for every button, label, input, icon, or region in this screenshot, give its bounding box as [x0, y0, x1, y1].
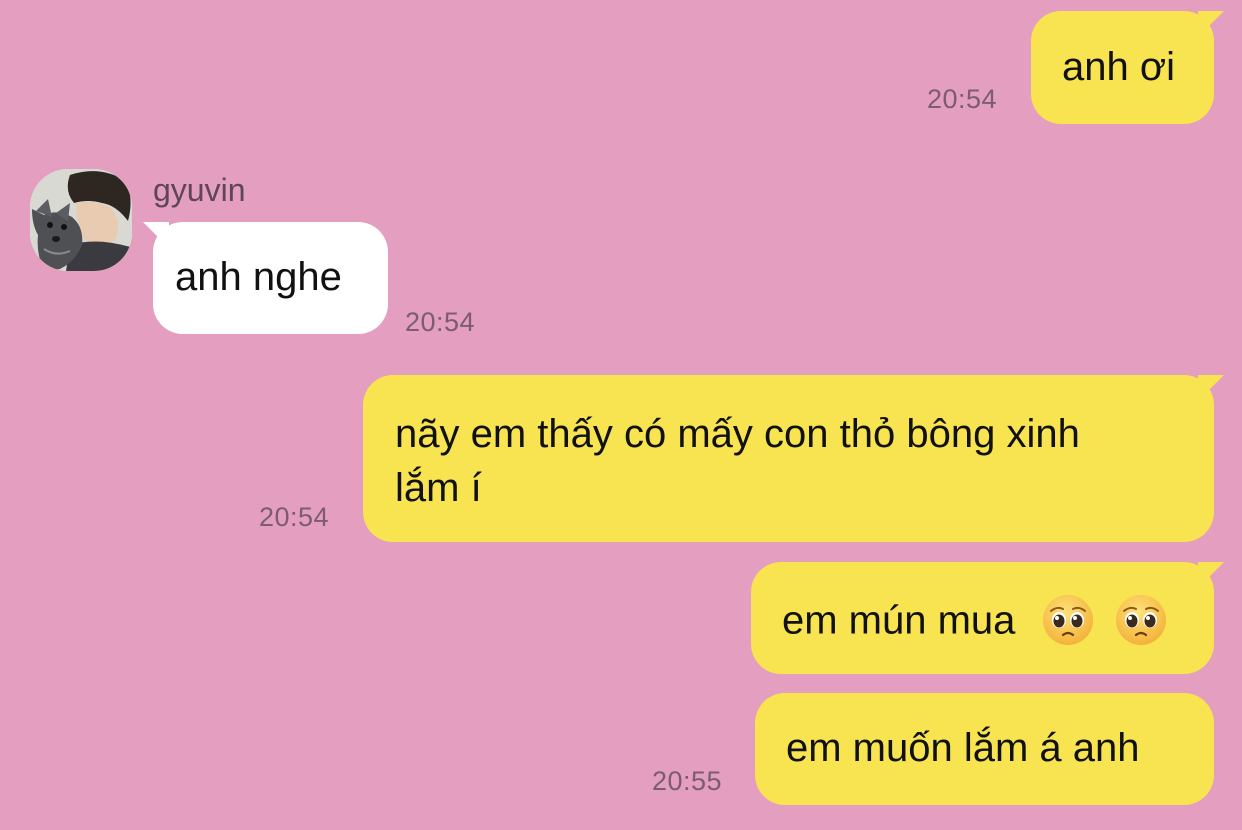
message-timestamp: 20:55: [652, 766, 723, 796]
pleading-face-emoji: [1042, 595, 1093, 646]
message-text: anh nghe: [175, 255, 342, 299]
bubble-tail: [1198, 11, 1224, 37]
message-bubble-outgoing[interactable]: nãy em thấy có mấy con thỏ bông xinh lắm…: [363, 375, 1224, 542]
bubble-tail: [1198, 562, 1224, 588]
sender-name: gyuvin: [153, 172, 246, 208]
avatar-photo: [30, 169, 132, 271]
message-bubble-outgoing[interactable]: em mún mua: [751, 562, 1224, 674]
message-timestamp: 20:54: [259, 502, 330, 532]
bubble-tail: [143, 222, 169, 248]
message-text: em muốn lắm á anh: [786, 726, 1140, 770]
message-text-line: lắm í: [395, 466, 482, 510]
pleading-face-emoji: [1115, 595, 1166, 646]
message-text-line: nãy em thấy có mấy con thỏ bông xinh: [395, 412, 1080, 456]
message-bubble-outgoing[interactable]: anh ơi: [1031, 11, 1224, 124]
message-bubble-incoming[interactable]: anh nghe: [143, 222, 388, 334]
message-timestamp: 20:54: [405, 307, 476, 337]
message-bubble-outgoing[interactable]: em muốn lắm á anh: [755, 693, 1214, 805]
avatar[interactable]: [30, 169, 132, 271]
message-timestamp: 20:54: [927, 84, 998, 114]
message-text: anh ơi: [1062, 45, 1175, 89]
message-text: em mún mua: [782, 598, 1016, 643]
bubble-tail: [1198, 375, 1224, 401]
